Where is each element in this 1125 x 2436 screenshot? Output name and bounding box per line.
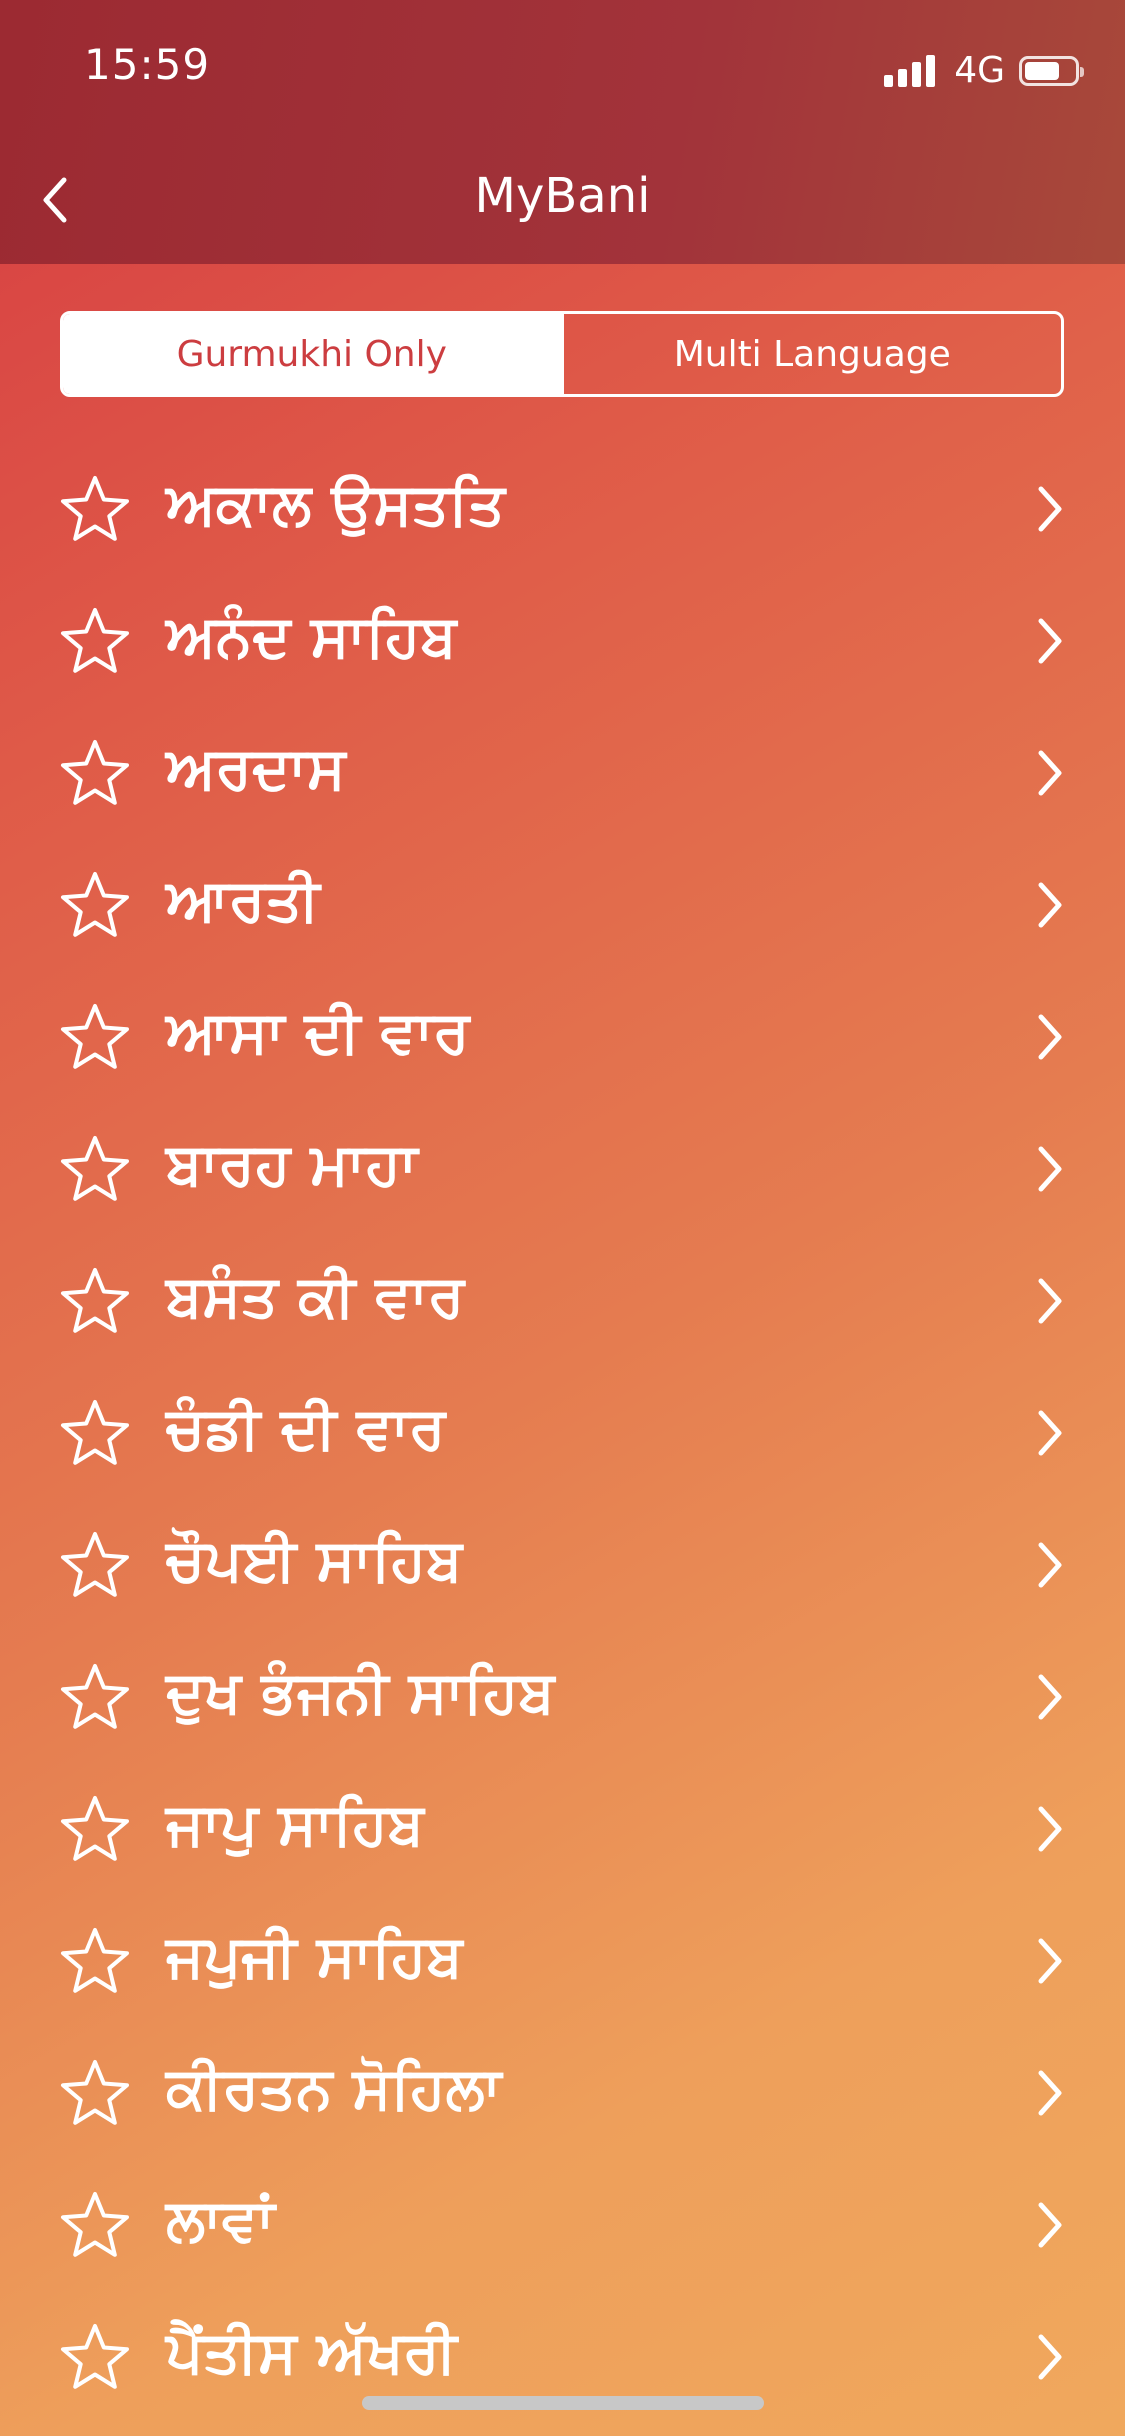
star-outline-icon[interactable] [58, 1397, 132, 1471]
chevron-right-icon [1035, 484, 1065, 534]
bani-title: ਅਨੰਦ ਸਾਹਿਬ [166, 602, 457, 670]
chevron-right-icon [1035, 1012, 1065, 1062]
chevron-right-icon [1035, 616, 1065, 666]
chevron-right-icon [1035, 2068, 1065, 2118]
star-outline-icon[interactable] [58, 2189, 132, 2263]
star-outline-icon[interactable] [58, 2057, 132, 2131]
navigation-header: 15:59 4G MyBani [0, 0, 1125, 264]
bani-list: ਅਕਾਲ ਉਸਤਤਿ ਅਨੰਦ ਸਾਹਿਬ ਅਰਦਾਸ ਆਰਤੀ ਆਸਾ ਦੀ ਵਾਰ ਬ… [0, 440, 1125, 2420]
page-title: MyBani [474, 168, 651, 224]
star-outline-icon[interactable] [58, 605, 132, 679]
chevron-right-icon [1035, 2332, 1065, 2382]
list-item[interactable]: ਆਸਾ ਦੀ ਵਾਰ [0, 968, 1125, 1100]
bani-title: ਚੌਪਈ ਸਾਹਿਬ [166, 1526, 463, 1594]
segment-multi-language[interactable]: Multi Language [560, 314, 1062, 394]
bani-title: ਅਰਦਾਸ [166, 734, 346, 802]
chevron-right-icon [1035, 1540, 1065, 1590]
chevron-right-icon [1035, 748, 1065, 798]
bani-title: ਜਪੁਜੀ ਸਾਹਿਬ [166, 1922, 463, 1990]
segment-gurmukhi-only[interactable]: Gurmukhi Only [63, 314, 561, 394]
bani-title: ਜਾਪੁ ਸਾਹਿਬ [166, 1790, 424, 1858]
bani-title: ਬਾਰਹ ਮਾਹਾ [166, 1130, 418, 1198]
chevron-right-icon [1035, 1408, 1065, 1458]
cellular-signal-icon [884, 54, 940, 87]
star-outline-icon[interactable] [58, 869, 132, 943]
bani-title: ਦੁਖ ਭੰਜਨੀ ਸਾਹਿਬ [166, 1658, 555, 1726]
status-time: 15:59 [84, 40, 211, 89]
list-item[interactable]: ਚੌਪਈ ਸਾਹਿਬ [0, 1496, 1125, 1628]
bani-title: ਪੈਂਤੀਸ ਅੱਖਰੀ [166, 2318, 457, 2386]
chevron-right-icon [1035, 1672, 1065, 1722]
star-outline-icon[interactable] [58, 2321, 132, 2395]
language-segmented-control: Gurmukhi Only Multi Language [60, 311, 1064, 397]
chevron-right-icon [1035, 1936, 1065, 1986]
list-item[interactable]: ਜਾਪੁ ਸਾਹਿਬ [0, 1760, 1125, 1892]
network-type: 4G [954, 50, 1005, 91]
chevron-right-icon [1035, 880, 1065, 930]
list-item[interactable]: ਅਕਾਲ ਉਸਤਤਿ [0, 440, 1125, 572]
chevron-right-icon [1035, 2200, 1065, 2250]
list-item[interactable]: ਜਪੁਜੀ ਸਾਹਿਬ [0, 1892, 1125, 2024]
list-item[interactable]: ਆਰਤੀ [0, 836, 1125, 968]
star-outline-icon[interactable] [58, 737, 132, 811]
bani-title: ਆਸਾ ਦੀ ਵਾਰ [166, 998, 470, 1066]
star-outline-icon[interactable] [58, 1529, 132, 1603]
bani-title: ਕੀਰਤਨ ਸੋਹਿਲਾ [166, 2054, 502, 2122]
star-outline-icon[interactable] [58, 1793, 132, 1867]
star-outline-icon[interactable] [58, 473, 132, 547]
star-outline-icon[interactable] [58, 1001, 132, 1075]
bani-title: ਅਕਾਲ ਉਸਤਤਿ [166, 470, 505, 538]
list-item[interactable]: ਬਾਰਹ ਮਾਹਾ [0, 1100, 1125, 1232]
star-outline-icon[interactable] [58, 1133, 132, 1207]
star-outline-icon[interactable] [58, 1925, 132, 1999]
list-item[interactable]: ਕੀਰਤਨ ਸੋਹਿਲਾ [0, 2024, 1125, 2156]
list-item[interactable]: ਦੁਖ ਭੰਜਨੀ ਸਾਹਿਬ [0, 1628, 1125, 1760]
bani-title: ਆਰਤੀ [166, 866, 320, 934]
list-item[interactable]: ਲਾਵਾਂ [0, 2156, 1125, 2288]
list-item[interactable]: ਅਰਦਾਸ [0, 704, 1125, 836]
status-indicators: 4G [884, 50, 1084, 91]
battery-icon [1019, 55, 1084, 86]
list-item[interactable]: ਚੰਡੀ ਦੀ ਵਾਰ [0, 1364, 1125, 1496]
bani-title: ਬਸੰਤ ਕੀ ਵਾਰ [166, 1262, 465, 1330]
star-outline-icon[interactable] [58, 1265, 132, 1339]
home-indicator[interactable] [362, 2396, 764, 2410]
bani-title: ਚੰਡੀ ਦੀ ਵਾਰ [166, 1394, 446, 1462]
bani-title: ਲਾਵਾਂ [166, 2186, 275, 2254]
star-outline-icon[interactable] [58, 1661, 132, 1735]
chevron-right-icon [1035, 1276, 1065, 1326]
battery-level [1025, 61, 1059, 80]
list-item[interactable]: ਅਨੰਦ ਸਾਹਿਬ [0, 572, 1125, 704]
chevron-right-icon [1035, 1144, 1065, 1194]
list-item[interactable]: ਬਸੰਤ ਕੀ ਵਾਰ [0, 1232, 1125, 1364]
chevron-right-icon [1035, 1804, 1065, 1854]
